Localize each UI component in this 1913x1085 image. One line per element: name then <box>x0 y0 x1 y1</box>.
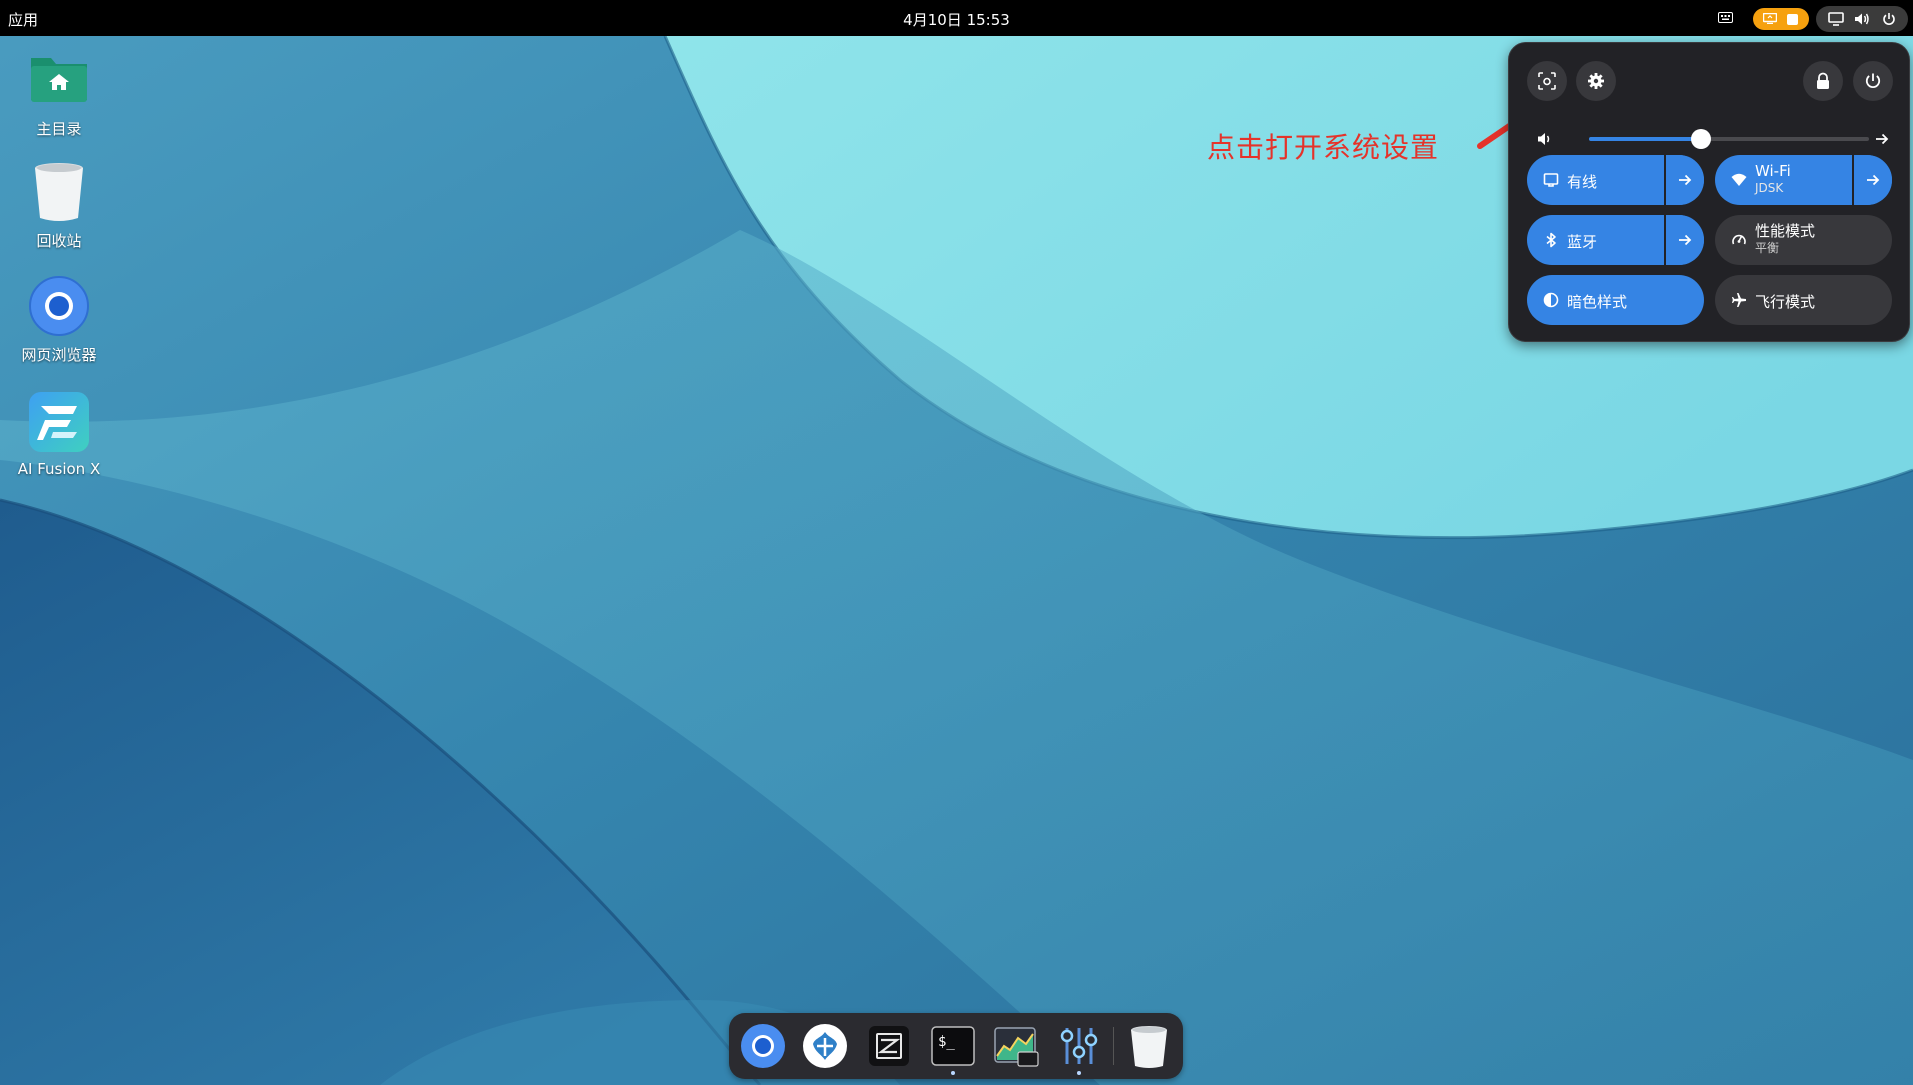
volume-slider[interactable] <box>1589 129 1869 149</box>
volume-icon <box>1855 13 1869 25</box>
apps-menu-button[interactable]: 应用 <box>8 9 38 30</box>
tile-power-mode[interactable]: 性能模式 平衡 <box>1715 215 1892 265</box>
tile-label: Wi-Fi <box>1755 162 1791 180</box>
screen-recording-indicator[interactable] <box>1753 8 1809 30</box>
dock-item-mixer[interactable] <box>1055 1022 1103 1075</box>
dock-item-trash[interactable] <box>1125 1022 1173 1070</box>
chrome-icon <box>27 274 91 338</box>
desktop-icon-ai-fusion-x[interactable]: AI Fusion X <box>9 390 109 478</box>
dock-item-chrome[interactable] <box>739 1022 787 1070</box>
screenshot-button[interactable] <box>1527 61 1567 101</box>
bluetooth-icon <box>1546 232 1556 248</box>
tile-bluetooth: 蓝牙 <box>1527 215 1704 265</box>
ai-fusion-x-icon <box>27 390 91 454</box>
airplane-icon <box>1732 293 1746 307</box>
tile-label: 飞行模式 <box>1755 293 1816 311</box>
tile-sublabel: 平衡 <box>1755 241 1780 255</box>
running-indicator <box>951 1071 955 1075</box>
quick-settings-panel: 有线 Wi-Fi JDSK 蓝牙 性能模式 平衡 暗色样式 飞行模式 <box>1508 42 1910 342</box>
dock-item-vscodium[interactable] <box>801 1022 849 1070</box>
dock: $_ <box>729 1013 1183 1079</box>
wired-toggle[interactable]: 有线 <box>1527 155 1665 205</box>
dock-item-zed-editor[interactable] <box>865 1022 913 1070</box>
screenshot-icon <box>1538 72 1556 90</box>
vscodium-icon <box>803 1024 847 1068</box>
tile-airplane-mode[interactable]: 飞行模式 <box>1715 275 1892 325</box>
top-bar: 应用 4月10日 15:53 <box>0 0 1913 36</box>
power-button[interactable] <box>1853 61 1893 101</box>
desktop-icon-label: AI Fusion X <box>17 460 101 478</box>
volume-slider-handle[interactable] <box>1691 129 1711 149</box>
terminal-prompt: $_ <box>938 1034 955 1050</box>
bluetooth-expand-button[interactable] <box>1664 215 1704 265</box>
wired-expand-button[interactable] <box>1664 155 1704 205</box>
system-status-menu[interactable] <box>1816 6 1908 32</box>
tile-label: 蓝牙 <box>1567 233 1598 251</box>
mixer-icon <box>1060 1028 1098 1064</box>
tile-wifi: Wi-Fi JDSK <box>1715 155 1892 205</box>
desktop-icon-label: 回收站 <box>36 232 82 250</box>
arrow-right-icon <box>1679 174 1692 186</box>
home-folder-icon <box>27 48 91 112</box>
power-icon <box>1865 73 1881 88</box>
tile-sublabel: JDSK <box>1755 181 1784 195</box>
annotation-text: 点击打开系统设置 <box>1207 131 1440 164</box>
tile-label: 性能模式 <box>1755 222 1816 240</box>
volume-icon <box>1538 133 1550 145</box>
trash-icon <box>1131 1026 1167 1068</box>
lock-button[interactable] <box>1803 61 1843 101</box>
terminal-icon: $_ <box>931 1026 975 1066</box>
screen-share-icon <box>1763 13 1777 24</box>
tile-label: 暗色样式 <box>1567 293 1628 311</box>
chrome-icon <box>741 1024 785 1068</box>
zed-editor-icon <box>869 1026 909 1066</box>
bluetooth-toggle[interactable]: 蓝牙 <box>1527 215 1665 265</box>
desktop-icon-trash[interactable]: 回收站 <box>9 160 109 251</box>
desktop-icon-browser[interactable]: 网页浏览器 <box>9 274 109 365</box>
system-monitor-icon <box>994 1027 1039 1067</box>
tile-wired: 有线 <box>1527 155 1704 205</box>
settings-button[interactable] <box>1576 61 1616 101</box>
desktop-icon-home[interactable]: 主目录 <box>9 48 109 139</box>
wired-network-icon <box>1543 173 1559 187</box>
dock-item-terminal[interactable]: $_ <box>929 1022 977 1075</box>
keyboard-icon[interactable] <box>1718 12 1733 23</box>
lock-icon <box>1817 72 1829 89</box>
wifi-expand-button[interactable] <box>1852 155 1892 205</box>
dock-separator <box>1113 1027 1114 1065</box>
arrow-right-icon <box>1867 174 1880 186</box>
tile-label: 有线 <box>1567 173 1598 191</box>
power-mode-icon <box>1732 234 1746 245</box>
arrow-right-icon <box>1679 234 1692 246</box>
volume-row <box>1529 119 1891 159</box>
running-indicator <box>1077 1071 1081 1075</box>
clock-button[interactable]: 4月10日 15:53 <box>903 11 1010 29</box>
power-icon <box>1883 13 1895 25</box>
dock-item-system-monitor[interactable] <box>992 1022 1040 1070</box>
dark-style-icon <box>1543 292 1559 308</box>
desktop-icon-label: 网页浏览器 <box>21 346 97 364</box>
wifi-icon <box>1731 173 1747 186</box>
desktop-icon-label: 主目录 <box>36 120 82 138</box>
record-stop-icon <box>1787 14 1798 25</box>
trash-icon <box>27 160 91 224</box>
tile-dark-style[interactable]: 暗色样式 <box>1527 275 1704 325</box>
wifi-toggle[interactable]: Wi-Fi JDSK <box>1715 155 1853 205</box>
settings-icon <box>1588 73 1604 89</box>
display-icon <box>1828 12 1844 26</box>
arrow-right-icon[interactable] <box>1875 132 1889 146</box>
